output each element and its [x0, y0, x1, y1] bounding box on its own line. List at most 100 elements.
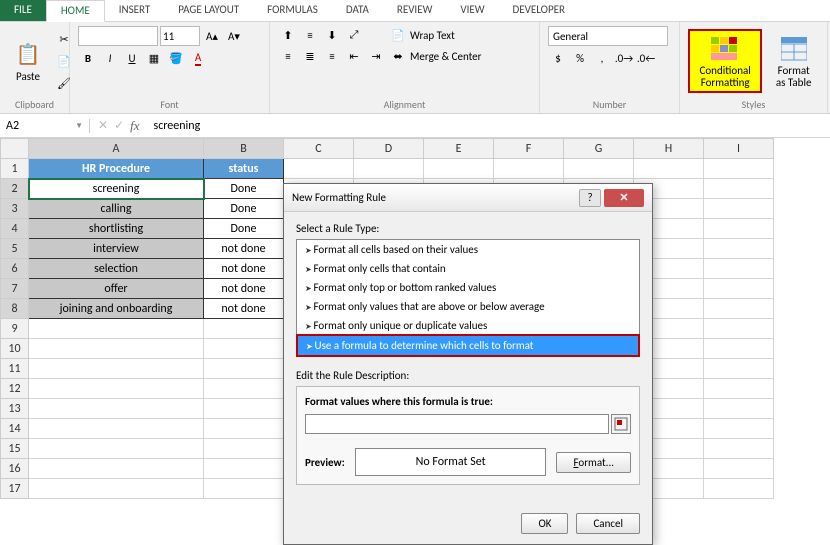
currency-icon[interactable]: $ [548, 49, 568, 67]
row-header-9[interactable]: 9 [1, 319, 29, 339]
decrease-font-icon[interactable]: A▾ [224, 27, 244, 45]
cell[interactable] [204, 459, 284, 479]
cell-a1[interactable]: HR Procedure [29, 159, 204, 179]
rule-type-item[interactable]: Format only cells that contain [297, 259, 639, 278]
format-button[interactable]: Format... [556, 452, 631, 473]
cell[interactable] [704, 279, 774, 299]
col-header-c[interactable]: C [284, 139, 354, 159]
tab-insert[interactable]: INSERT [105, 0, 165, 21]
ok-button[interactable]: OK [521, 513, 568, 534]
align-top-icon[interactable]: ⬆ [278, 26, 298, 44]
cell[interactable] [29, 319, 204, 339]
tab-data[interactable]: DATA [332, 0, 383, 21]
align-left-icon[interactable]: ≡ [278, 47, 298, 65]
rule-type-item[interactable]: Format only unique or duplicate values [297, 316, 639, 335]
row-header-12[interactable]: 12 [1, 379, 29, 399]
align-right-icon[interactable]: ≡ [322, 47, 342, 65]
row-header-10[interactable]: 10 [1, 339, 29, 359]
format-as-table-button[interactable]: Format as Table [768, 31, 819, 91]
row-header-3[interactable]: 3 [1, 199, 29, 219]
tab-developer[interactable]: DEVELOPER [499, 0, 579, 21]
row-header-6[interactable]: 6 [1, 259, 29, 279]
cell[interactable] [29, 439, 204, 459]
increase-font-icon[interactable]: A▴ [202, 27, 222, 45]
cell[interactable] [284, 159, 354, 179]
row-header-2[interactable]: 2 [1, 179, 29, 199]
cell[interactable] [704, 179, 774, 199]
cell[interactable] [704, 259, 774, 279]
row-header-14[interactable]: 14 [1, 419, 29, 439]
cell-a3[interactable]: calling [29, 199, 204, 219]
cell[interactable] [29, 379, 204, 399]
row-header-13[interactable]: 13 [1, 399, 29, 419]
cell[interactable] [704, 239, 774, 259]
cell[interactable] [29, 339, 204, 359]
cell[interactable] [204, 399, 284, 419]
formula-bar-input[interactable]: screening [148, 119, 830, 133]
fill-color-button[interactable]: 🪣 [166, 49, 186, 67]
cell-a4[interactable]: shortlisting [29, 219, 204, 239]
cell-a8[interactable]: joining and onboarding [29, 299, 204, 319]
row-header-15[interactable]: 15 [1, 439, 29, 459]
cell[interactable] [204, 319, 284, 339]
tab-formulas[interactable]: FORMULAS [253, 0, 332, 21]
number-format-select[interactable] [548, 26, 668, 46]
select-all-corner[interactable] [1, 139, 29, 159]
tab-home[interactable]: HOME [46, 0, 105, 22]
bold-button[interactable]: B [78, 49, 98, 67]
cell[interactable] [704, 459, 774, 479]
cell[interactable] [204, 379, 284, 399]
italic-button[interactable]: I [100, 49, 120, 67]
row-header-17[interactable]: 17 [1, 479, 29, 499]
fx-icon[interactable]: fx [130, 118, 139, 134]
cell-b4[interactable]: Done [204, 219, 284, 239]
font-family-select[interactable] [78, 26, 158, 46]
increase-decimal-icon[interactable]: .0→ [614, 49, 634, 67]
cell[interactable] [704, 199, 774, 219]
tab-view[interactable]: VIEW [446, 0, 498, 21]
font-color-button[interactable]: A [188, 49, 208, 67]
cell[interactable] [204, 479, 284, 499]
align-middle-icon[interactable]: ≡ [300, 26, 320, 44]
formula-input[interactable] [305, 414, 609, 434]
cell[interactable] [704, 299, 774, 319]
cell[interactable] [564, 159, 634, 179]
cell-b2[interactable]: Done [204, 179, 284, 199]
cell[interactable] [704, 439, 774, 459]
col-header-d[interactable]: D [354, 139, 424, 159]
row-header-16[interactable]: 16 [1, 459, 29, 479]
row-header-4[interactable]: 4 [1, 219, 29, 239]
cell[interactable] [29, 399, 204, 419]
conditional-formatting-button[interactable]: Conditional Formatting [688, 29, 762, 93]
cell-b1[interactable]: status [204, 159, 284, 179]
col-header-i[interactable]: I [704, 139, 774, 159]
comma-icon[interactable]: , [592, 49, 612, 67]
rule-type-item[interactable]: Format all cells based on their values [297, 240, 639, 259]
cell[interactable] [494, 159, 564, 179]
cell[interactable] [704, 419, 774, 439]
cell[interactable] [204, 419, 284, 439]
border-button[interactable]: ▦ [144, 49, 164, 67]
merge-center-button[interactable]: Merge & Center [410, 50, 482, 63]
cell-b5[interactable]: not done [204, 239, 284, 259]
cell-a2[interactable]: screening [29, 179, 204, 199]
cell[interactable] [704, 319, 774, 339]
percent-icon[interactable]: % [570, 49, 590, 67]
font-size-select[interactable] [160, 26, 200, 46]
row-header-7[interactable]: 7 [1, 279, 29, 299]
col-header-g[interactable]: G [564, 139, 634, 159]
tab-file[interactable]: FILE [0, 0, 46, 21]
align-bottom-icon[interactable]: ⬇ [322, 26, 342, 44]
cell[interactable] [204, 339, 284, 359]
col-header-h[interactable]: H [634, 139, 704, 159]
decrease-decimal-icon[interactable]: .0← [636, 49, 656, 67]
col-header-b[interactable]: B [204, 139, 284, 159]
col-header-e[interactable]: E [424, 139, 494, 159]
rule-type-item[interactable]: Format only top or bottom ranked values [297, 278, 639, 297]
range-selector-icon[interactable] [611, 414, 631, 434]
cell-a6[interactable]: selection [29, 259, 204, 279]
underline-button[interactable]: U [122, 49, 142, 67]
col-header-a[interactable]: A [29, 139, 204, 159]
rule-type-item-selected[interactable]: Use a formula to determine which cells t… [296, 334, 640, 357]
name-box[interactable]: A2 ▼ [0, 119, 90, 133]
